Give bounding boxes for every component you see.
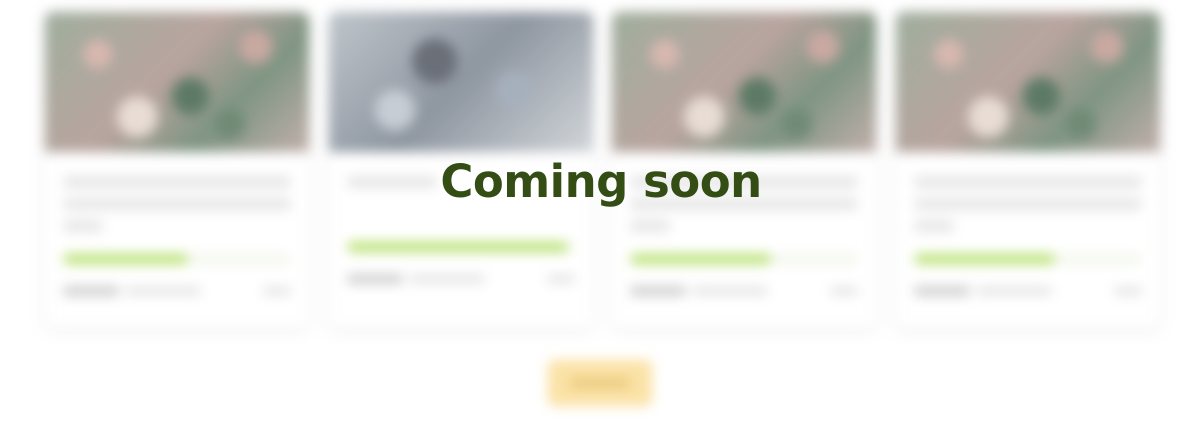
course-thumbnail: [896, 12, 1160, 152]
meta-placeholder: [63, 286, 119, 296]
load-more-label-placeholder: [570, 378, 630, 388]
page: Coming soon: [0, 0, 1180, 431]
course-thumbnail: [329, 12, 593, 152]
course-progress-fill: [630, 254, 772, 264]
course-meta: [914, 286, 1142, 296]
meta-placeholder: [547, 275, 575, 283]
meta-placeholder: [347, 274, 403, 284]
course-thumbnail: [612, 12, 876, 152]
meta-placeholder: [409, 275, 485, 283]
course-progress-fill: [347, 242, 569, 252]
course-title-placeholder: [630, 220, 670, 232]
course-meta: [347, 274, 575, 284]
course-progress-bar: [63, 254, 291, 264]
meta-placeholder: [630, 286, 686, 296]
meta-placeholder: [976, 287, 1052, 295]
load-more-button: [548, 360, 652, 406]
meta-placeholder: [914, 286, 970, 296]
course-progress-fill: [914, 254, 1056, 264]
course-thumbnail: [45, 12, 309, 152]
course-meta: [63, 286, 291, 296]
meta-placeholder: [692, 287, 768, 295]
coming-soon-title: Coming soon: [440, 155, 762, 208]
course-progress-bar: [630, 254, 858, 264]
course-meta: [630, 286, 858, 296]
course-title-placeholder: [63, 220, 103, 232]
course-progress-fill: [63, 254, 189, 264]
blurred-content: [0, 0, 1180, 431]
meta-placeholder: [125, 287, 201, 295]
meta-placeholder: [830, 287, 858, 295]
course-title-placeholder: [914, 220, 954, 232]
meta-placeholder: [1114, 287, 1142, 295]
course-progress-bar: [914, 254, 1142, 264]
course-progress-bar: [347, 242, 575, 252]
meta-placeholder: [263, 287, 291, 295]
